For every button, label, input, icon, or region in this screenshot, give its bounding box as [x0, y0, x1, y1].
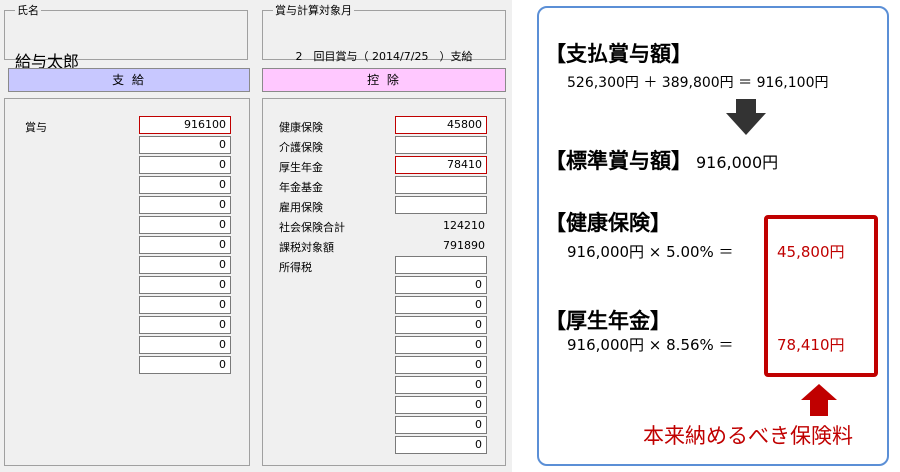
- payment-input[interactable]: 0: [139, 236, 231, 254]
- payment-input[interactable]: 0: [139, 156, 231, 174]
- taxable-amount-value: 791890: [443, 239, 485, 252]
- health-insurance-heading: 【健康保険】: [545, 211, 671, 235]
- insurance-note: 本来納めるべき保険料: [643, 424, 853, 448]
- health-insurance-input[interactable]: 45800: [395, 116, 487, 134]
- payment-input[interactable]: 0: [139, 316, 231, 334]
- standard-bonus-heading: 【標準賞与額】 916,000円: [545, 149, 779, 173]
- deduction-panel: 健康保険 45800 介護保険 厚生年金 78410 年金基金 雇用保険 社会保…: [262, 98, 506, 466]
- social-insurance-total-value: 124210: [443, 219, 485, 232]
- employment-insurance-label: 雇用保険: [279, 201, 323, 214]
- bonus-target-label: 賞与計算対象月: [275, 4, 352, 17]
- highlight-box: [764, 215, 878, 377]
- payment-input[interactable]: 0: [139, 296, 231, 314]
- pension-fund-label: 年金基金: [279, 181, 323, 194]
- deduction-input[interactable]: 0: [395, 376, 487, 394]
- deduction-input[interactable]: 0: [395, 356, 487, 374]
- taxable-amount-label: 課税対象額: [279, 241, 334, 254]
- bonus-input[interactable]: 916100: [139, 116, 231, 134]
- deduction-input[interactable]: 0: [395, 336, 487, 354]
- payment-input[interactable]: 0: [139, 196, 231, 214]
- deduction-input[interactable]: 0: [395, 416, 487, 434]
- payment-input[interactable]: 0: [139, 336, 231, 354]
- pension-input[interactable]: 78410: [395, 156, 487, 174]
- explanation-card: 【支払賞与額】 526,300円 ＋ 389,800円 ＝ 916,100円 【…: [537, 6, 889, 466]
- payment-input[interactable]: 0: [139, 176, 231, 194]
- care-insurance-label: 介護保険: [279, 141, 323, 154]
- health-insurance-label: 健康保険: [279, 121, 323, 134]
- pension-fund-input[interactable]: [395, 176, 487, 194]
- pension-heading: 【厚生年金】: [545, 309, 671, 333]
- payment-header: 支 給: [8, 68, 250, 92]
- bonus-target-group: 賞与計算対象月 2 回目賞与（ 2014/7/25 ）支給: [262, 2, 506, 63]
- health-insurance-formula: 916,000円 × 5.00% ＝: [567, 243, 734, 261]
- deduction-input[interactable]: 0: [395, 396, 487, 414]
- income-tax-input[interactable]: [395, 256, 487, 274]
- pension-label: 厚生年金: [279, 161, 323, 174]
- deduction-input[interactable]: 0: [395, 316, 487, 334]
- bonus-target-value: 2 回目賞与（ 2014/7/25 ）支給: [295, 50, 473, 63]
- income-tax-label: 所得税: [279, 261, 312, 274]
- payment-input[interactable]: 0: [139, 216, 231, 234]
- pension-formula: 916,000円 × 8.56% ＝: [567, 336, 734, 354]
- deduction-input[interactable]: 0: [395, 276, 487, 294]
- payment-input[interactable]: 0: [139, 356, 231, 374]
- employee-name-label: 氏名: [17, 4, 39, 17]
- social-insurance-total-label: 社会保険合計: [279, 221, 345, 234]
- bonus-label: 賞与: [25, 121, 47, 134]
- paid-bonus-heading: 【支払賞与額】: [545, 42, 692, 66]
- standard-bonus-value: 916,000円: [696, 153, 779, 172]
- care-insurance-input[interactable]: [395, 136, 487, 154]
- payment-input[interactable]: 0: [139, 256, 231, 274]
- deduction-input[interactable]: 0: [395, 436, 487, 454]
- deduction-input[interactable]: 0: [395, 296, 487, 314]
- paid-bonus-formula: 526,300円 ＋ 389,800円 ＝ 916,100円: [567, 75, 829, 91]
- employment-insurance-input[interactable]: [395, 196, 487, 214]
- deduction-header: 控 除: [262, 68, 506, 92]
- bonus-form: 氏名 給与太郎 賞与計算対象月 2 回目賞与（ 2014/7/25 ）支給 支 …: [0, 0, 512, 472]
- payment-panel: 賞与 916100 0 0 0 0 0 0 0 0 0 0 0 0: [4, 98, 250, 466]
- payment-input[interactable]: 0: [139, 136, 231, 154]
- employee-name-group: 氏名 給与太郎: [4, 2, 248, 71]
- payment-input[interactable]: 0: [139, 276, 231, 294]
